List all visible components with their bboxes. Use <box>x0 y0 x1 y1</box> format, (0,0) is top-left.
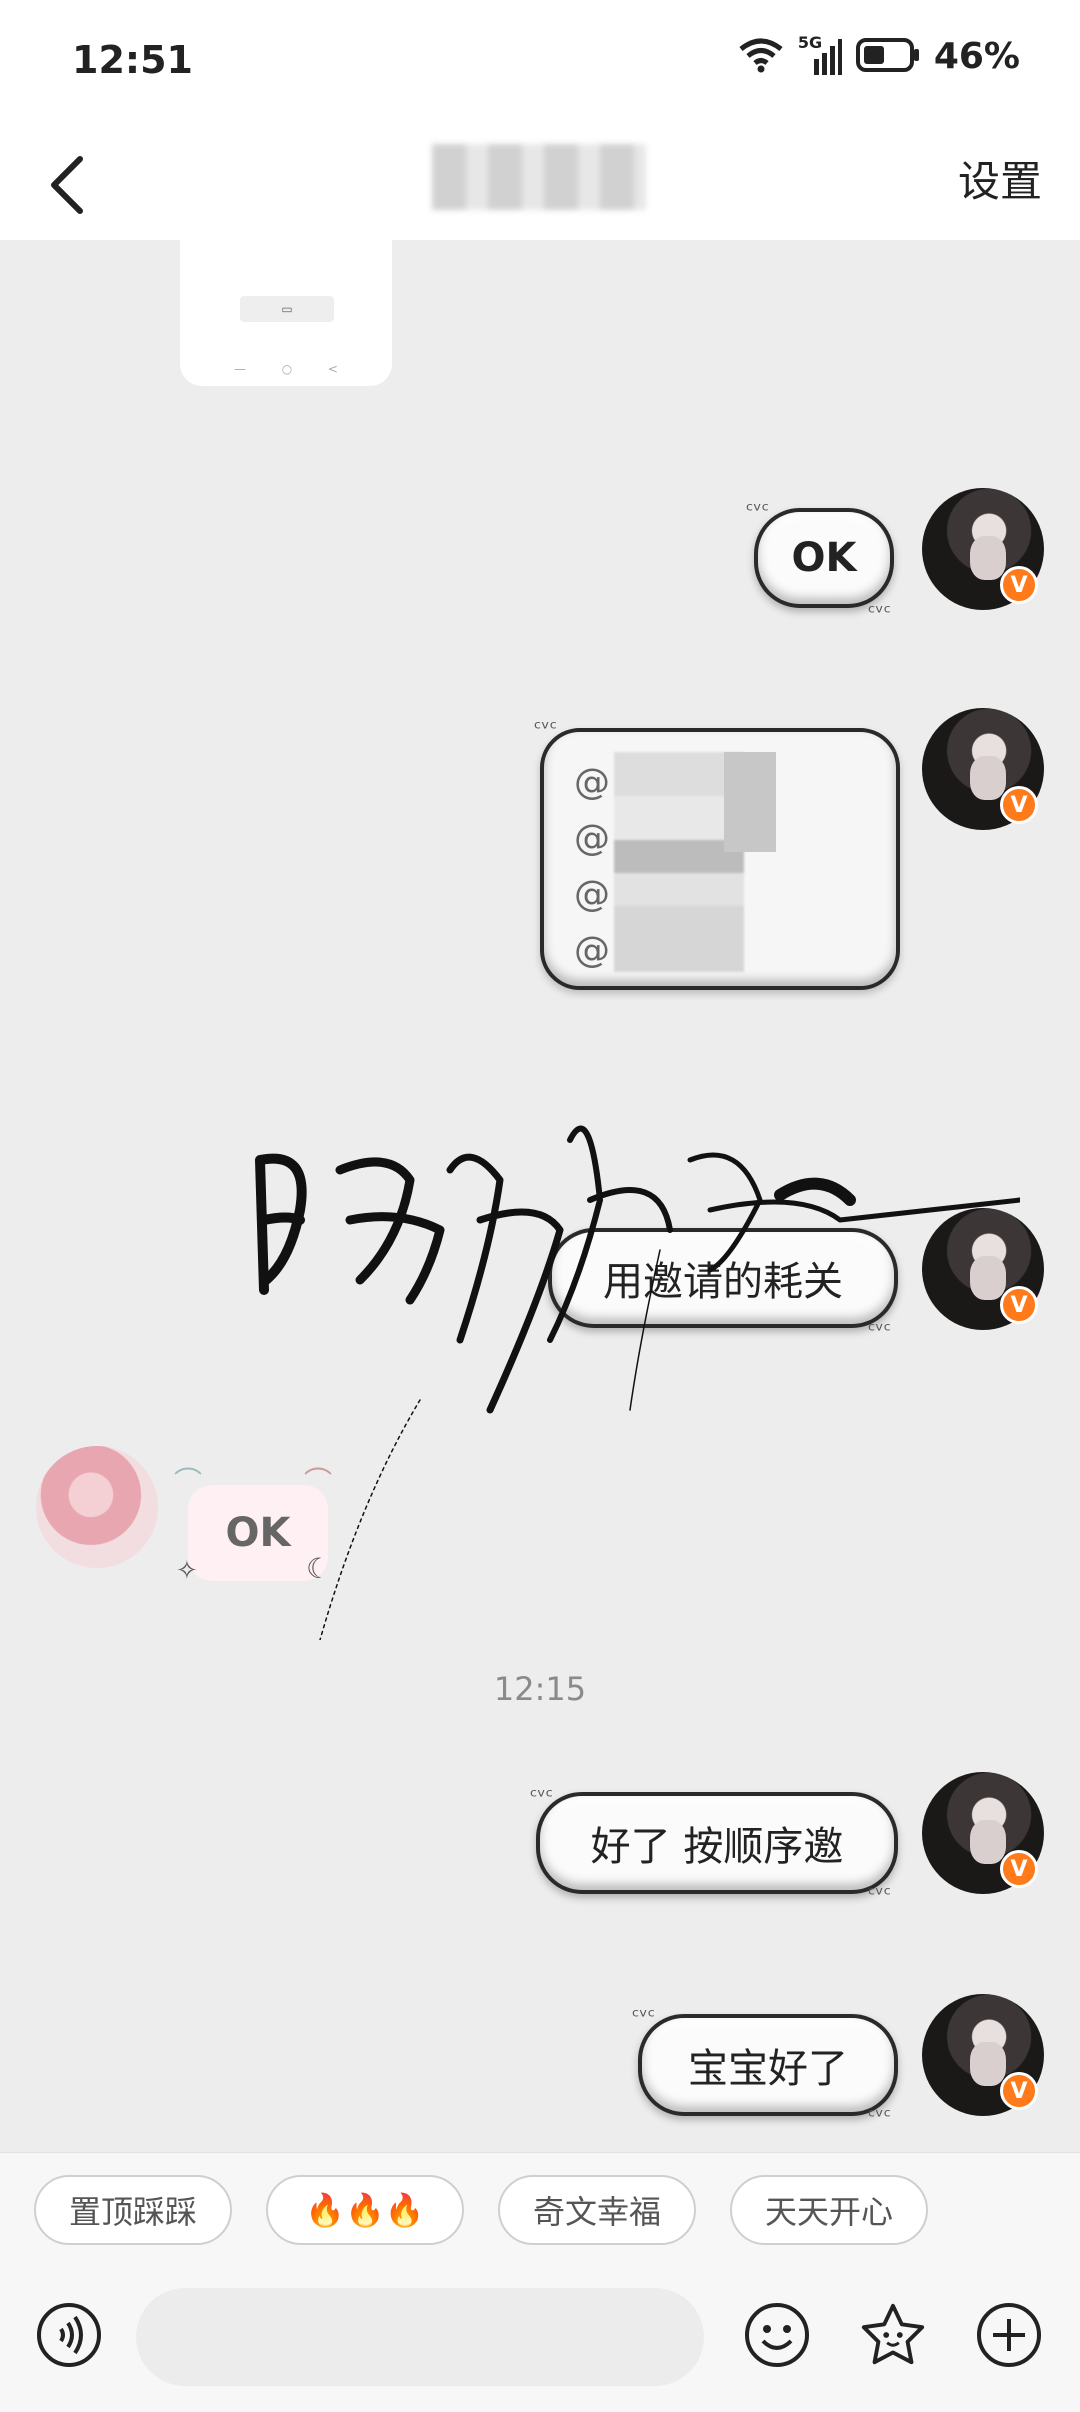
verified-badge: V <box>1000 1850 1038 1888</box>
message-bubble[interactable]: 宝宝好了 <box>638 2014 898 2116</box>
voice-icon <box>37 2303 101 2367</box>
verified-badge: V <box>1000 786 1038 824</box>
verified-badge: V <box>1000 2072 1038 2110</box>
emoji-button[interactable] <box>742 2300 812 2370</box>
mention-item: @ <box>574 930 610 971</box>
more-button[interactable] <box>974 2300 1044 2370</box>
plus-icon <box>977 2303 1041 2367</box>
mention-item: @ <box>574 874 610 915</box>
voice-button[interactable] <box>34 2300 104 2370</box>
network-type: 5G <box>797 32 823 52</box>
settings-button[interactable]: 设置 <box>958 148 1042 209</box>
message-bubble[interactable]: OK <box>754 508 894 608</box>
chat-header: 设置 <box>0 128 1080 240</box>
sticker-button[interactable] <box>858 2300 928 2370</box>
status-icons: 5G 46% <box>738 33 1020 77</box>
sparkle-decoration: ✧ <box>176 1556 198 1586</box>
mention-list-bubble[interactable]: @ @ @ @ <box>540 728 900 990</box>
bubble-decoration: ᶜᵛᶜ <box>746 498 770 522</box>
timestamp: 12:15 <box>493 1670 587 1708</box>
message-input-bar <box>0 2266 1080 2412</box>
quick-reply-bar: 置顶踩踩 🔥🔥🔥 奇文幸福 天天开心 <box>0 2152 1080 2266</box>
quick-reply-chip[interactable]: 天天开心 <box>730 2175 928 2245</box>
mention-item: @ <box>574 762 610 803</box>
emoji-icon <box>745 2303 809 2367</box>
mention-item: @ <box>574 818 610 859</box>
sticker-icon <box>861 2303 925 2365</box>
status-bar: 12:51 5G 46% <box>0 0 1080 128</box>
bubble-decoration: ᶜᵛᶜ <box>868 1882 892 1906</box>
bubble-decoration: ᶜᵛᶜ <box>868 2104 892 2128</box>
back-chevron-icon <box>51 156 83 214</box>
avatar-other[interactable] <box>36 1446 158 1568</box>
signal-icon: 5G <box>798 33 842 75</box>
battery-icon <box>855 37 920 76</box>
chat-title-blurred <box>432 144 646 210</box>
shared-card-preview[interactable]: ▭ — ○ < <box>180 240 392 386</box>
quick-reply-chip[interactable]: 奇文幸福 <box>498 2175 696 2245</box>
wifi-icon <box>738 37 784 77</box>
quick-reply-chip[interactable]: 置顶踩踩 <box>34 2175 232 2245</box>
message-bubble[interactable]: 用邀请的耗关 <box>548 1228 898 1328</box>
battery-percent: 46% <box>933 36 1020 77</box>
message-list[interactable]: ▭ — ○ < V ᶜᵛᶜ OK ᶜᵛᶜ V ᶜᵛᶜ @ @ @ @ V 用邀请的耗… <box>0 240 1080 2152</box>
message-input[interactable] <box>136 2288 704 2386</box>
back-button[interactable] <box>36 150 96 220</box>
calligraphy-signature-overlay <box>255 1125 1020 1640</box>
verified-badge: V <box>1000 566 1038 604</box>
quick-reply-chip[interactable]: 🔥🔥🔥 <box>266 2175 464 2245</box>
blurred-names <box>724 752 776 852</box>
bubble-decoration: ᶜᵛᶜ <box>868 600 892 624</box>
bubble-decoration: ᶜᵛᶜ <box>868 1318 892 1342</box>
moon-decoration: ☾ <box>306 1552 332 1585</box>
card-nav-dots: — ○ < <box>234 362 338 376</box>
bubble-decoration: ᶜᵛᶜ <box>632 2004 656 2028</box>
verified-badge: V <box>1000 1286 1038 1324</box>
card-mini-button: ▭ <box>240 296 334 322</box>
status-time: 12:51 <box>72 38 193 82</box>
message-bubble[interactable]: 好了 按顺序邀 <box>536 1792 898 1894</box>
